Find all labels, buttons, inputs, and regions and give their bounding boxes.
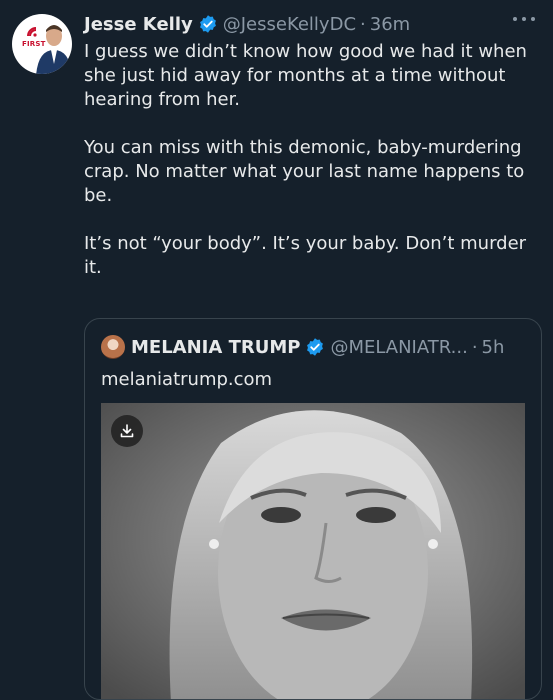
- tweet-paragraph: You can miss with this demonic, baby-mur…: [84, 137, 531, 206]
- download-icon: [120, 424, 134, 438]
- quoted-tweet[interactable]: MELANIA TRUMP @MELANIATR... · 5h melania…: [84, 318, 542, 700]
- quoted-header-separator: ·: [471, 336, 478, 358]
- quoted-tweet-timestamp[interactable]: 5h: [482, 337, 505, 358]
- quoted-tweet-header: MELANIA TRUMP @MELANIATR... · 5h: [101, 333, 504, 361]
- video-frame: [101, 403, 525, 699]
- tweet-paragraph: I guess we didn’t know how good we had i…: [84, 41, 533, 110]
- quoted-author-avatar[interactable]: [101, 335, 125, 359]
- verified-badge-icon: [199, 15, 216, 33]
- verified-badge-icon: [307, 338, 324, 356]
- quoted-author-handle[interactable]: @MELANIATR...: [330, 337, 467, 358]
- author-name[interactable]: Jesse Kelly: [84, 14, 193, 35]
- header-separator: ·: [360, 13, 366, 35]
- tweet-header: Jesse Kelly @JesseKellyDC · 36m: [84, 10, 410, 38]
- tweet-paragraph: It’s not “your body”. It’s your baby. Do…: [84, 233, 532, 278]
- quoted-link[interactable]: melaniatrump.com: [101, 369, 272, 390]
- author-avatar[interactable]: FIRST: [12, 14, 72, 74]
- tweet-text: I guess we didn’t know how good we had i…: [84, 40, 544, 280]
- more-options-icon[interactable]: [513, 12, 535, 26]
- quoted-author-name[interactable]: MELANIA TRUMP: [131, 337, 300, 358]
- video-thumbnail[interactable]: [101, 403, 525, 699]
- author-photo: [36, 25, 72, 74]
- author-handle[interactable]: @JesseKellyDC: [223, 14, 356, 35]
- tweet-timestamp[interactable]: 36m: [370, 14, 410, 35]
- tweet[interactable]: FIRST Jesse Kelly @JesseKellyDC · 36m I …: [0, 0, 553, 700]
- download-button[interactable]: [111, 415, 143, 447]
